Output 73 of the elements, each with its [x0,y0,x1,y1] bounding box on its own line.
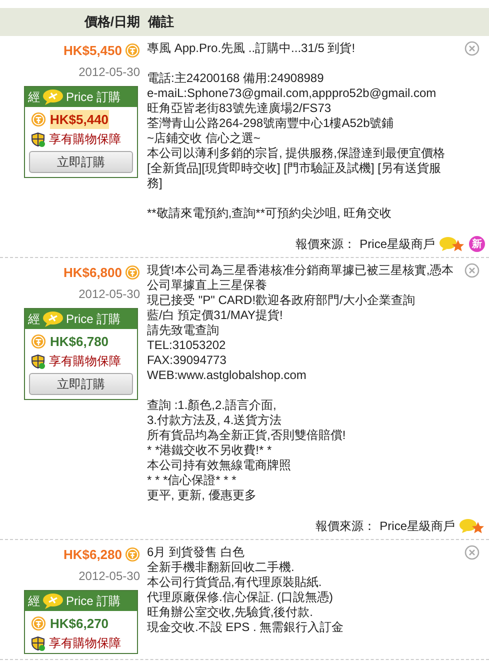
source-label: 報價來源： [316,518,376,534]
coin-icon [31,616,46,631]
note-line: WEB:www.astglobalshop.com [147,368,308,383]
note-line: 旺角辦公室交收,先驗貨,後付款. [147,605,314,620]
note-line: e-maiL:Sphone73@gmail.com,apppro52b@gmail.com [147,86,438,101]
note-line: 藍/白 預定價31/MAY提貨! [147,308,284,323]
price: HK$6,800 [63,264,122,282]
brand-label: Price 訂購 [66,310,121,328]
note-line: 請先致電查詢 [147,323,220,338]
coin-icon [125,547,140,562]
column-header: 價格/日期 [83,13,140,32]
note-line: 代理原廠保修.信心保証. (口說無憑) [147,590,334,605]
note-line: 現金交收.不設 EPS . 無需銀行入訂金 [147,620,345,635]
merchant-star-icon [439,236,465,252]
new-badge: 新 [469,236,485,252]
note-line: 更平, 更新, 優惠更多 [147,488,258,503]
speech-bubble-icon [42,88,64,104]
order-price: HK$6,270 [50,614,109,632]
close-icon[interactable] [464,545,480,561]
note-line: 查詢 :1.顏色,2.語言介面, [147,398,278,413]
brand-label: Price 訂購 [66,592,121,610]
close-icon[interactable] [464,263,480,279]
note-line: **敬請來電預約,查詢**可預約尖沙咀, 旺角交收 [147,206,393,221]
brand-label: Price 訂購 [66,88,121,106]
order-price: HK$5,440 [50,110,109,129]
note-line: [全新貨品][現貨即時交收] [門市驗証及試機] [另有送貨服務] [147,161,442,191]
column-header: 備註 [148,13,174,32]
note-line: 現已接受 "P" CARD!歡迎各政府部門/大小企業查詢 [147,293,416,308]
guarantee-text: 享有購物保障 [49,131,121,148]
speech-bubble-icon [42,310,64,326]
note-line: 電話:主24200168 備用:24908989 [147,71,325,86]
date: 2012-05-30 [78,286,140,302]
guarantee-text: 享有購物保障 [49,353,121,370]
date: 2012-05-30 [78,568,140,584]
price: HK$5,450 [63,42,122,60]
note-line: 本公司以薄利多銷的宗旨, 提供服務,保證達到最便宜價格 [147,146,446,161]
note-line: 3.付款方法及, 4.送貨方法 [147,413,283,428]
brand-label: 經 [28,592,40,610]
order-button[interactable]: 立即訂購 [29,151,133,173]
coin-icon [31,112,46,127]
note-line: 旺角亞皆老街83號先達廣場2/FS73 [147,101,332,116]
note-line: 本公司行貨貨品,有代理原裝貼紙. [147,575,323,590]
note-line: TEL:31053202 [147,338,227,353]
note-line: * *港鐵交收不另收費!* * [147,443,273,458]
shield-icon [31,132,45,146]
brand-label: 經 [28,310,40,328]
brand-label: 經 [28,88,40,106]
coin-icon [125,43,140,58]
shield-icon [31,354,45,368]
coin-icon [125,265,140,280]
note-line: FAX:39094773 [147,353,228,368]
speech-bubble-icon [42,592,64,608]
note-line: 現貨!本公司為三星香港核准分銷商單據已被三星核實,憑本公司單據直上三星保養 [147,263,455,293]
coin-icon [31,334,46,349]
shield-icon [31,636,45,650]
date: 2012-05-30 [78,64,140,80]
order-price: HK$6,780 [50,332,109,350]
close-icon[interactable] [464,41,480,57]
guarantee-text: 享有購物保障 [49,635,121,652]
source-name: Price星級商戶 [380,518,455,534]
note-line: 全新手機非翻新回收二手機. [147,560,296,575]
note-line: ~店鋪交收 信心之選~ [147,131,262,146]
note-line: 專風 App.Pro.先風 ..訂購中...31/5 到貨! [147,41,356,56]
note-line: 所有貨品均為全新正貨,否則雙倍賠償! [147,428,347,443]
note-line: * * *信心保證* * * [147,473,238,488]
price: HK$6,280 [63,546,122,564]
note-line: 6月 到貨發售 白色 [147,545,246,560]
note-line: 荃灣青山公路264-298號南豐中心1樓A52b號鋪 [147,116,395,131]
order-button[interactable]: 立即訂購 [29,373,133,395]
source-label: 報價來源： [296,236,356,252]
merchant-star-icon [459,518,485,534]
note-line: 本公司持有效無線電商牌照 [147,458,292,473]
source-name: Price星級商戶 [360,236,435,252]
